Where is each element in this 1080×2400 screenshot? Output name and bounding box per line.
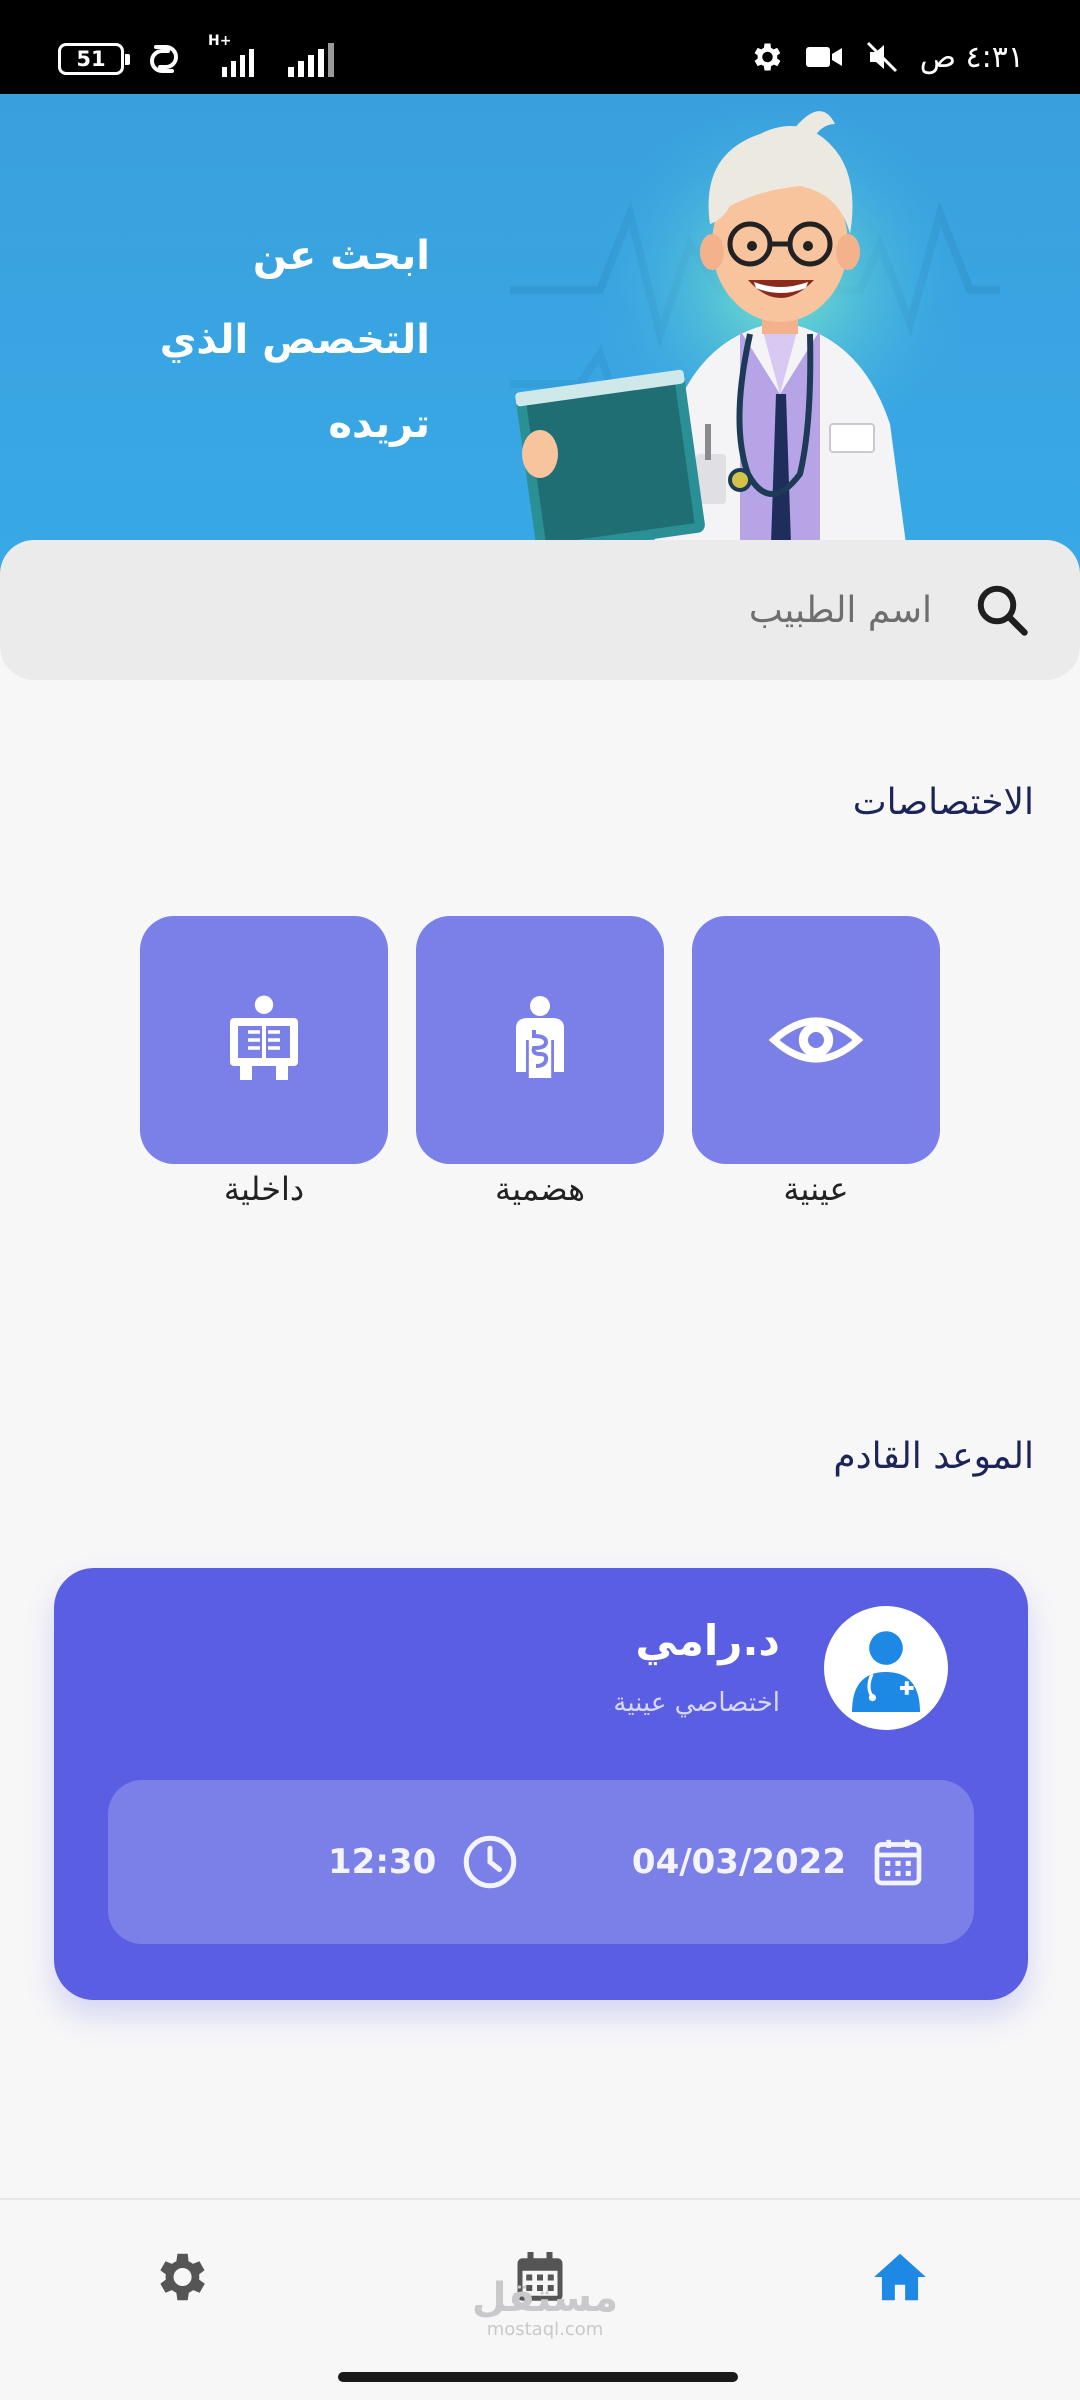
hero-line-2: التخصص الذي	[159, 317, 430, 363]
next-appointment-title: الموعد القادم	[833, 1436, 1034, 1477]
hero-line-1: ابحث عن	[252, 233, 430, 279]
mute-icon	[866, 41, 897, 73]
hero-line-3: تريده	[328, 401, 430, 447]
hero-banner: ابحث عن التخصص الذي تريده	[0, 94, 1080, 574]
home-screen: 51 H+ ٤:٣١ ص ابحث عن التخصص الذي تريده ا…	[0, 0, 1080, 2400]
specialty-card-digestive[interactable]	[416, 916, 664, 1164]
signal-icon	[288, 43, 334, 77]
clock-icon	[463, 1835, 517, 1889]
doctor-specialty: اختصاصي عينية	[613, 1688, 780, 1718]
home-icon	[874, 2253, 926, 2301]
appointment-date: 04/03/2022	[632, 1780, 926, 1944]
specialty-label-eye: عينية	[783, 1170, 849, 1208]
watermark-logo: مستقل mostaql.com	[470, 2276, 620, 2340]
settings-status-icon	[754, 43, 781, 71]
xray-icon	[230, 995, 298, 1080]
specialty-card-internal[interactable]	[140, 916, 388, 1164]
link-icon	[150, 45, 178, 73]
watermark-domain: mostaql.com	[486, 2319, 604, 2340]
search-icon[interactable]	[972, 580, 1032, 640]
mobile-signal-icon: H+	[208, 33, 268, 81]
eye-icon	[768, 1017, 864, 1063]
gear-icon	[160, 2253, 205, 2301]
status-bar: 51 H+ ٤:٣١ ص	[0, 0, 1080, 94]
appointment-details: 04/03/2022 12:30	[108, 1780, 974, 1944]
digestive-system-icon	[516, 996, 564, 1078]
search-input[interactable]: اسم الطبيب	[749, 590, 932, 631]
video-camera-icon	[805, 47, 842, 67]
nav-settings[interactable]	[125, 2222, 235, 2332]
clock: ٤:٣١ ص	[919, 39, 1024, 75]
appointment-time: 12:30	[328, 1780, 520, 1944]
battery-level: 51	[76, 47, 106, 71]
appointment-date-value: 04/03/2022	[631, 1842, 846, 1882]
home-indicator[interactable]	[338, 2372, 738, 2382]
doctor-name: د.رامي	[635, 1616, 780, 1665]
doctor-avatar	[824, 1606, 948, 1730]
watermark-text: مستقل	[471, 2275, 619, 2321]
doctor-icon	[852, 1631, 920, 1712]
specialty-label-internal: داخلية	[223, 1170, 305, 1208]
calendar-icon	[874, 1839, 922, 1886]
status-bar-left: 51 H+	[58, 33, 336, 82]
doctor-illustration	[515, 94, 970, 574]
battery-icon: 51	[58, 43, 130, 75]
status-bar-right: ٤:٣١ ص	[748, 34, 1024, 80]
appointment-time-value: 12:30	[328, 1842, 437, 1882]
doctor-search-bar[interactable]: اسم الطبيب	[0, 540, 1080, 680]
nav-home[interactable]	[845, 2222, 955, 2332]
hero-headline: ابحث عن التخصص الذي تريده	[160, 214, 430, 466]
specialty-label-digestive: هضمية	[495, 1170, 585, 1208]
specialties-title: الاختصاصات	[852, 782, 1034, 823]
specialty-card-eye[interactable]	[692, 916, 940, 1164]
appointment-card[interactable]: د.رامي اختصاصي عينية 04/03/2022 12:30	[54, 1568, 1028, 2000]
